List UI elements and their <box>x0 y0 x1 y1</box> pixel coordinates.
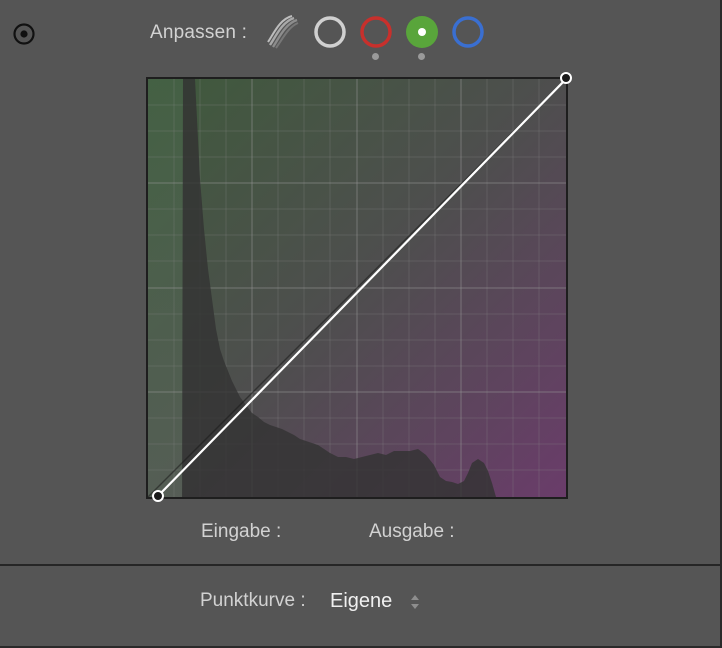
parametric-curve-icon[interactable] <box>264 14 300 50</box>
blue-channel-icon[interactable] <box>450 14 486 50</box>
adjust-label: Anpassen : <box>150 22 248 43</box>
target-adjust-icon[interactable] <box>12 22 36 46</box>
point-curve-label: Punktkurve : <box>200 590 306 611</box>
curve-point-white[interactable] <box>560 72 572 84</box>
section-divider <box>0 564 720 566</box>
input-label: Eingabe : <box>201 521 282 542</box>
curve-canvas[interactable] <box>148 79 566 497</box>
point-curve-select[interactable]: Eigene <box>330 590 392 613</box>
tone-curve-panel: Anpassen : Eingabe: Ausgabe: Punktkurv… <box>0 0 722 648</box>
curve-point-black[interactable] <box>152 490 164 502</box>
red-channel-indicator-dot <box>372 53 379 60</box>
select-arrows-icon[interactable] <box>410 592 420 612</box>
red-channel-icon[interactable] <box>358 14 394 50</box>
curve-editor[interactable] <box>146 77 568 499</box>
output-label: Ausgabe : <box>369 521 455 542</box>
green-channel-icon[interactable] <box>404 14 440 50</box>
rgb-channel-icon[interactable] <box>312 14 348 50</box>
green-channel-indicator-dot <box>418 53 425 60</box>
